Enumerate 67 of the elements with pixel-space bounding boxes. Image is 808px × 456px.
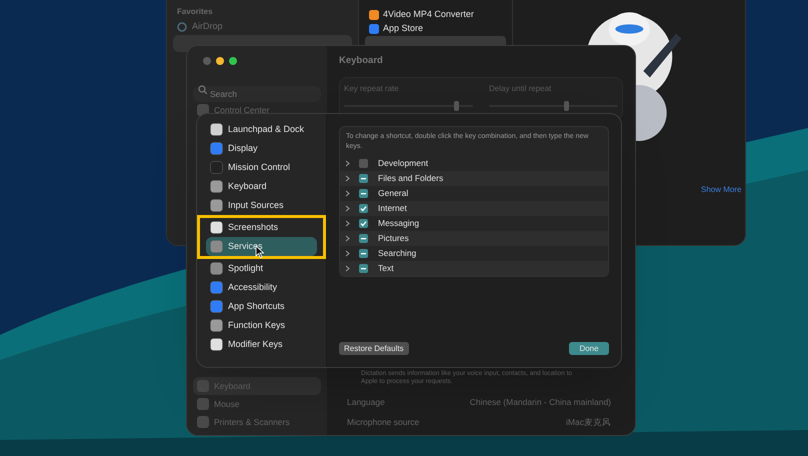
disclosure-icon[interactable] [344,250,351,257]
category-icon [210,240,223,253]
slider-thumb[interactable] [454,101,459,111]
category-item[interactable]: App Shortcuts [206,297,317,316]
checkbox[interactable] [359,219,368,228]
category-icon [210,338,223,351]
checkbox[interactable] [359,264,368,273]
category-item[interactable]: Modifier Keys [206,335,317,354]
settings-icon [197,104,209,116]
category-item[interactable]: Launchpad & Dock [206,120,317,139]
row-label: Microphone source [347,416,420,428]
category-item[interactable]: Accessibility [206,278,317,297]
slider[interactable] [489,101,618,111]
category-item[interactable]: Mission Control [206,158,317,177]
disclosure-icon[interactable] [344,160,351,167]
slider-thumb[interactable] [564,101,569,111]
sidebar-icon [177,22,187,32]
category-item[interactable]: Function Keys [206,316,317,335]
settings-icon [197,398,209,410]
service-row[interactable]: Pictures [340,231,608,246]
service-row[interactable]: Files and Folders [340,171,608,186]
sidebar-heading: Favorites [176,6,214,18]
settings-icon [197,416,209,428]
category-item[interactable]: Display [206,139,317,158]
category-item[interactable]: Screenshots [206,218,317,237]
category-icon [210,319,223,332]
category-item[interactable]: Services [206,237,317,256]
row-label: Language [347,396,385,408]
category-icon [210,300,223,313]
checkbox[interactable] [359,159,368,168]
service-row[interactable]: Text [340,261,608,276]
category-icon [210,180,223,193]
zoom-button[interactable] [229,57,237,65]
disclosure-icon[interactable] [344,265,351,272]
disclosure-icon[interactable] [344,205,351,212]
checkbox[interactable] [359,234,368,243]
slider[interactable] [344,101,473,111]
category-icon [210,281,223,294]
disclosure-icon[interactable] [344,190,351,197]
service-row[interactable]: Internet [340,201,608,216]
minimize-button[interactable] [216,57,224,65]
category-item[interactable]: Spotlight [206,259,317,278]
disclosure-icon[interactable] [344,220,351,227]
checkbox[interactable] [359,189,368,198]
category-icon [210,123,223,136]
category-icon [210,199,223,212]
search-field[interactable]: Search [193,86,321,102]
settings-icon [197,380,209,392]
page-title: Keyboard [339,54,384,68]
show-more-link[interactable]: Show More [701,184,742,196]
category-icon [210,142,223,155]
app-item[interactable]: App Store [365,22,506,36]
slider-label: Key repeat rate [344,83,400,95]
category-icon [210,262,223,275]
disclosure-icon[interactable] [344,175,351,182]
category-icon [210,161,223,174]
disclosure-icon[interactable] [344,235,351,242]
checkbox[interactable] [359,249,368,258]
checkbox[interactable] [359,204,368,213]
category-item[interactable]: Keyboard [206,177,317,196]
search-icon [198,84,207,94]
category-icon [210,221,223,234]
checkbox[interactable] [359,174,368,183]
slider-label: Delay until repeat [489,83,552,95]
restore-defaults-button[interactable]: Restore Defaults [339,342,409,355]
app-item[interactable]: 4Video MP4 Converter [365,8,506,22]
category-item[interactable]: Input Sources [206,196,317,215]
